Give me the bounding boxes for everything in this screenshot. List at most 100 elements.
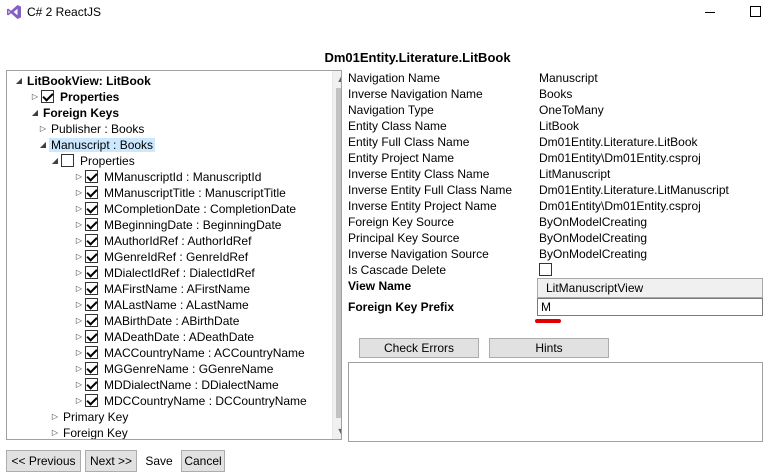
tree-node-checkbox[interactable] <box>85 362 98 375</box>
expand-arrow-icon[interactable]: ▷ <box>73 281 85 297</box>
tree-node-label: Publisher : Books <box>51 122 145 136</box>
tree-node[interactable]: ▷ MADeathDate : ADeathDate <box>73 329 256 345</box>
cancel-button[interactable]: Cancel <box>181 450 225 472</box>
expand-arrow-icon[interactable]: ▷ <box>73 393 85 409</box>
fk-prefix-label: Foreign Key Prefix <box>348 300 455 314</box>
expand-arrow-icon[interactable]: ▷ <box>73 377 85 393</box>
view-name-label: View Name <box>348 279 412 293</box>
save-button[interactable]: Save <box>140 450 178 472</box>
tree-node[interactable]: ▷ MABirthDate : ABirthDate <box>73 313 241 329</box>
collapse-arrow-icon[interactable]: ◢ <box>13 73 25 89</box>
expand-arrow-icon[interactable]: ▷ <box>73 233 85 249</box>
tree-node-checkbox[interactable] <box>85 394 98 407</box>
tree-node[interactable]: ▷ Properties <box>29 89 121 105</box>
title-bar: C# 2 ReactJS <box>0 0 763 26</box>
navigation-tree[interactable]: ◢ LitBookView: LitBook ▷ Properties ◢ Foreign… <box>6 70 342 440</box>
expand-arrow-icon[interactable]: ▷ <box>73 169 85 185</box>
property-key: Inverse Navigation Source <box>348 247 489 261</box>
property-key: Entity Full Class Name <box>348 135 470 149</box>
tree-node-checkbox[interactable] <box>85 234 98 247</box>
fk-prefix-input[interactable]: M <box>537 298 763 316</box>
scroll-down-icon[interactable]: ▼ <box>333 423 341 439</box>
tree-node-checkbox[interactable] <box>41 90 54 103</box>
tree-node-checkbox[interactable] <box>85 378 98 391</box>
tree-node-checkbox[interactable] <box>85 202 98 215</box>
property-value: Dm01Entity\Dm01Entity.csproj <box>539 151 701 165</box>
expand-arrow-icon[interactable]: ▷ <box>73 249 85 265</box>
tree-node[interactable]: ▷ MALastName : ALastName <box>73 297 251 313</box>
expand-arrow-icon[interactable]: ▷ <box>49 425 61 439</box>
tree-node[interactable]: ▷ MManuscriptId : ManuscriptId <box>73 169 263 185</box>
property-value: ByOnModelCreating <box>539 247 648 261</box>
tree-node[interactable]: ◢ Properties <box>49 153 137 169</box>
tree-node-label: MGenreIdRef : GenreIdRef <box>104 250 249 264</box>
tree-node-checkbox[interactable] <box>85 346 98 359</box>
expand-arrow-icon[interactable]: ▷ <box>73 329 85 345</box>
scroll-up-icon[interactable]: ▲ <box>333 71 341 87</box>
view-name-select[interactable]: LitManuscriptView <box>537 278 763 298</box>
expand-arrow-icon[interactable]: ▷ <box>37 121 49 137</box>
tree-node[interactable]: ▷ MBeginningDate : BeginningDate <box>73 217 283 233</box>
expand-arrow-icon[interactable]: ▷ <box>49 409 61 425</box>
next-button[interactable]: Next >> <box>85 450 137 472</box>
tree-node-checkbox[interactable] <box>85 218 98 231</box>
tree-node[interactable]: ▷ MDialectIdRef : DialectIdRef <box>73 265 257 281</box>
collapse-arrow-icon[interactable]: ◢ <box>37 137 49 153</box>
expand-arrow-icon[interactable]: ▷ <box>73 265 85 281</box>
expand-arrow-icon[interactable]: ▷ <box>73 297 85 313</box>
tree-node-checkbox[interactable] <box>85 282 98 295</box>
property-value: Dm01Entity.Literature.LitManuscript <box>539 183 729 197</box>
tree-node[interactable]: ◢ Manuscript : Books <box>37 137 156 153</box>
property-key: Navigation Type <box>348 103 434 117</box>
tree-node-label: MALastName : ALastName <box>104 298 249 312</box>
tree-node[interactable]: ▷ MGenreIdRef : GenreIdRef <box>73 249 250 265</box>
tree-node[interactable]: ▷ MDDialectName : DDialectName <box>73 377 281 393</box>
tree-node-label: MBeginningDate : BeginningDate <box>104 218 282 232</box>
scroll-thumb[interactable] <box>336 88 341 418</box>
tree-node[interactable]: ▷ MDCCountryName : DCCountryName <box>73 393 309 409</box>
tree-node[interactable]: ▷ MGGenreName : GGenreName <box>73 361 275 377</box>
tree-node-checkbox[interactable] <box>85 186 98 199</box>
collapse-arrow-icon[interactable]: ◢ <box>29 105 41 121</box>
expand-arrow-icon[interactable]: ▷ <box>73 361 85 377</box>
tree-node[interactable]: ▷ MACCountryName : ACCountryName <box>73 345 307 361</box>
tree-node-label: Foreign Key <box>63 426 128 440</box>
tree-node-checkbox[interactable] <box>85 250 98 263</box>
tree-node-checkbox[interactable] <box>85 330 98 343</box>
tree-node[interactable]: ▷ Foreign Key <box>49 425 130 440</box>
tree-node[interactable]: ▷ MAFirstName : AFirstName <box>73 281 252 297</box>
tree-node-checkbox[interactable] <box>61 154 74 167</box>
tree-node[interactable]: ▷ MCompletionDate : CompletionDate <box>73 201 298 217</box>
collapse-arrow-icon[interactable]: ◢ <box>49 153 61 169</box>
expand-arrow-icon[interactable]: ▷ <box>73 313 85 329</box>
tree-node-checkbox[interactable] <box>85 314 98 327</box>
expand-arrow-icon[interactable]: ▷ <box>29 89 41 105</box>
tree-node-label: Properties <box>60 90 120 104</box>
previous-button[interactable]: << Previous <box>6 450 81 472</box>
tree-node[interactable]: ▷ MManuscriptTitle : ManuscriptTitle <box>73 185 288 201</box>
hints-button[interactable]: Hints <box>489 338 609 358</box>
results-textarea[interactable] <box>348 362 763 442</box>
expand-arrow-icon[interactable]: ▷ <box>73 185 85 201</box>
tree-node[interactable]: ▷ MAuthorIdRef : AuthorIdRef <box>73 233 253 249</box>
minimize-button[interactable] <box>696 2 726 22</box>
tree-node[interactable]: ◢ Foreign Keys <box>29 105 121 121</box>
tree-scrollbar[interactable]: ▲ ▼ <box>332 71 341 439</box>
expand-arrow-icon[interactable]: ▷ <box>73 345 85 361</box>
tree-node-checkbox[interactable] <box>85 170 98 183</box>
tree-node-checkbox[interactable] <box>85 298 98 311</box>
expand-arrow-icon[interactable]: ▷ <box>73 201 85 217</box>
entity-title: Dm01Entity.Literature.LitBook <box>324 50 511 65</box>
tree-node-label: MABirthDate : ABirthDate <box>104 314 240 328</box>
tree-node[interactable]: ◢ LitBookView: LitBook <box>13 73 153 89</box>
tree-node-label: Properties <box>80 154 135 168</box>
maximize-button[interactable] <box>740 2 763 22</box>
check-errors-button[interactable]: Check Errors <box>359 338 479 358</box>
tree-node[interactable]: ▷ Primary Key <box>49 409 130 425</box>
cascade-delete-checkbox[interactable] <box>539 263 552 276</box>
expand-arrow-icon[interactable]: ▷ <box>73 217 85 233</box>
tree-node-checkbox[interactable] <box>85 266 98 279</box>
tree-node[interactable]: ▷ Publisher : Books <box>37 121 146 137</box>
property-key: Inverse Entity Project Name <box>348 199 497 213</box>
property-key: Entity Class Name <box>348 119 447 133</box>
